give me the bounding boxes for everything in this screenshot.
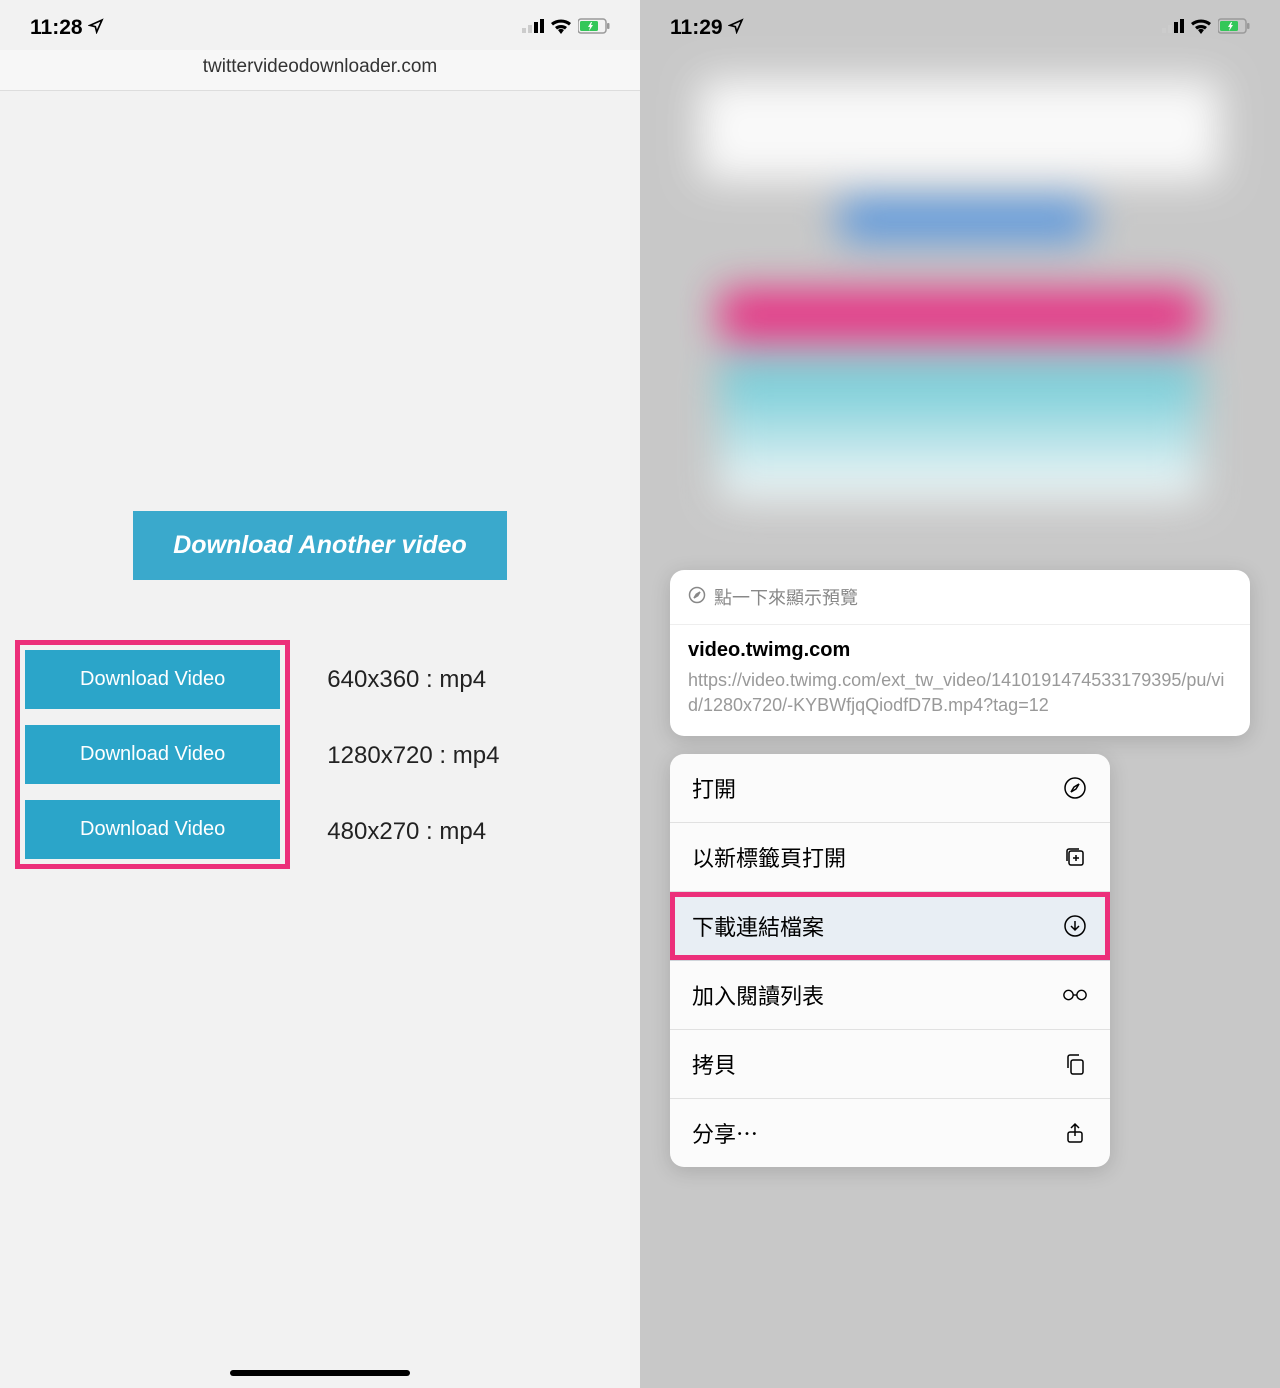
home-indicator-left[interactable]: [230, 1370, 410, 1376]
link-preview-card[interactable]: 點一下來顯示預覽 video.twimg.com https://video.t…: [670, 570, 1250, 736]
location-arrow-icon: [88, 16, 104, 40]
wifi-icon: [1190, 18, 1212, 39]
menu-open[interactable]: 打開: [670, 754, 1110, 823]
resolution-label-1: 640x360 : mp4: [327, 650, 499, 710]
status-bar-left: 11:28: [0, 0, 640, 50]
menu-open-label: 打開: [692, 772, 736, 804]
compass-icon: [688, 586, 706, 609]
preview-domain: video.twimg.com: [688, 639, 1232, 662]
menu-open-new-tab[interactable]: 以新標籤頁打開: [670, 823, 1110, 892]
left-phone-screen: 11:28 twittervideodownloader.com Downloa…: [0, 0, 640, 1388]
location-arrow-icon: [728, 16, 744, 40]
menu-copy[interactable]: 拷貝: [670, 1030, 1110, 1099]
resolution-label-3: 480x270 : mp4: [327, 802, 499, 862]
resolution-label-2: 1280x720 : mp4: [327, 726, 499, 786]
signal-icon: [522, 19, 544, 38]
battery-icon: [1218, 18, 1250, 39]
wifi-icon: [550, 18, 572, 39]
browser-url-bar[interactable]: twittervideodownloader.com: [0, 50, 640, 91]
glasses-icon: [1062, 982, 1088, 1008]
right-phone-screen: 11:29 點一下來顯示預覽 video.twimg: [640, 0, 1280, 1388]
download-circle-icon: [1062, 913, 1088, 939]
menu-download-link-label: 下載連結檔案: [692, 910, 824, 942]
status-icons-right: [1162, 18, 1250, 39]
plus-square-icon: [1062, 844, 1088, 870]
status-time-right: 11:29: [670, 16, 744, 40]
highlighted-download-group: Download Video Download Video Download V…: [15, 640, 290, 869]
menu-download-link[interactable]: 下載連結檔案: [670, 892, 1110, 961]
status-bar-right: 11:29: [640, 0, 1280, 50]
signal-icon: [1162, 19, 1184, 38]
download-video-button-3[interactable]: Download Video: [25, 800, 280, 859]
download-another-button[interactable]: Download Another video: [133, 511, 507, 580]
status-time-left: 11:28: [30, 16, 104, 40]
menu-share-label: 分享⋯: [692, 1117, 758, 1149]
menu-copy-label: 拷貝: [692, 1048, 736, 1080]
preview-hint-text: 點一下來顯示預覽: [714, 584, 858, 610]
menu-share[interactable]: 分享⋯: [670, 1099, 1110, 1167]
time-text: 11:28: [30, 16, 83, 40]
menu-reading-list-label: 加入閱讀列表: [692, 979, 824, 1011]
preview-url-section: video.twimg.com https://video.twimg.com/…: [670, 625, 1250, 736]
menu-reading-list[interactable]: 加入閱讀列表: [670, 961, 1110, 1030]
copy-icon: [1062, 1051, 1088, 1077]
compass-icon: [1062, 775, 1088, 801]
battery-icon: [578, 18, 610, 39]
time-text: 11:29: [670, 16, 723, 40]
share-icon: [1062, 1120, 1088, 1146]
download-video-button-1[interactable]: Download Video: [25, 650, 280, 709]
menu-open-new-tab-label: 以新標籤頁打開: [692, 841, 846, 873]
preview-full-url: https://video.twimg.com/ext_tw_video/141…: [688, 668, 1232, 718]
status-icons-left: [522, 18, 610, 39]
download-video-button-2[interactable]: Download Video: [25, 725, 280, 784]
preview-hint-row[interactable]: 點一下來顯示預覽: [670, 570, 1250, 625]
context-menu: 打開 以新標籤頁打開 下載連結檔案 加入閱讀列表 拷貝: [670, 754, 1110, 1167]
